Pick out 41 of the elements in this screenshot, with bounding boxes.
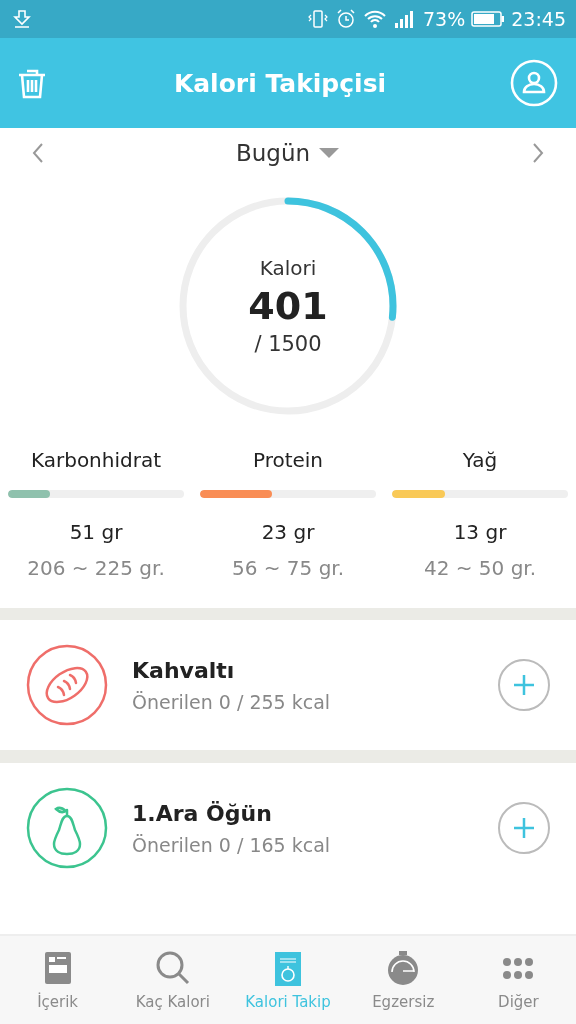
alarm-icon [335, 8, 357, 30]
date-selector[interactable]: Bugün [235, 140, 341, 166]
macro-range: 206 ~ 225 gr. [27, 556, 165, 580]
next-day-icon[interactable] [530, 141, 546, 165]
add-button[interactable] [498, 659, 550, 711]
nav-tab[interactable]: Diğer [460, 936, 576, 1024]
user-icon [510, 59, 558, 107]
app-title: Kalori Takipçisi [173, 68, 387, 98]
macro-name: Karbonhidrat [30, 448, 162, 472]
dropdown-caret-icon [318, 147, 341, 159]
macro-name: Yağ [462, 448, 498, 472]
nav-tab[interactable]: İçerik [0, 936, 116, 1024]
meal-recommendation: Önerilen 0 / 255 kcal [132, 690, 332, 713]
macro-name: Protein [252, 448, 324, 472]
vibrate-icon [307, 8, 329, 30]
add-button[interactable] [498, 802, 550, 854]
calorie-goal: / 1500 [254, 332, 322, 356]
macro-range: 56 ~ 75 gr. [231, 556, 345, 580]
clock-time: 23:45 [511, 8, 566, 30]
calorie-label: Kalori [259, 256, 317, 280]
nav-tab[interactable]: Kaç Kalori [115, 936, 231, 1024]
meal-title: Kahvaltı [132, 657, 236, 683]
nav-tab[interactable]: Kalori Takip [230, 936, 346, 1024]
wifi-icon [363, 8, 387, 30]
macro-amount: 13 gr [453, 520, 507, 544]
calorie-value: 401 [248, 284, 328, 328]
battery-icon [471, 10, 506, 28]
previous-day-icon[interactable] [30, 141, 46, 165]
meal-recommendation: Önerilen 0 / 165 kcal [132, 833, 332, 856]
nav-tab[interactable]: Egzersiz [345, 936, 461, 1024]
profile-button[interactable] [508, 57, 560, 109]
macro-range: 42 ~ 50 gr. [423, 556, 537, 580]
battery-percent: 73% [423, 8, 466, 30]
meal-card[interactable]: Kahvaltı Önerilen 0 / 255 kcal [0, 620, 576, 763]
plus-icon [512, 816, 536, 840]
download-icon [12, 9, 32, 29]
meal-card[interactable]: 1.Ara Öğün Önerilen 0 / 165 kcal [0, 763, 576, 893]
meal-title: 1.Ara Öğün [132, 800, 273, 826]
plus-icon [512, 673, 536, 697]
macro-amount: 51 gr [69, 520, 123, 544]
macro-amount: 23 gr [261, 520, 315, 544]
